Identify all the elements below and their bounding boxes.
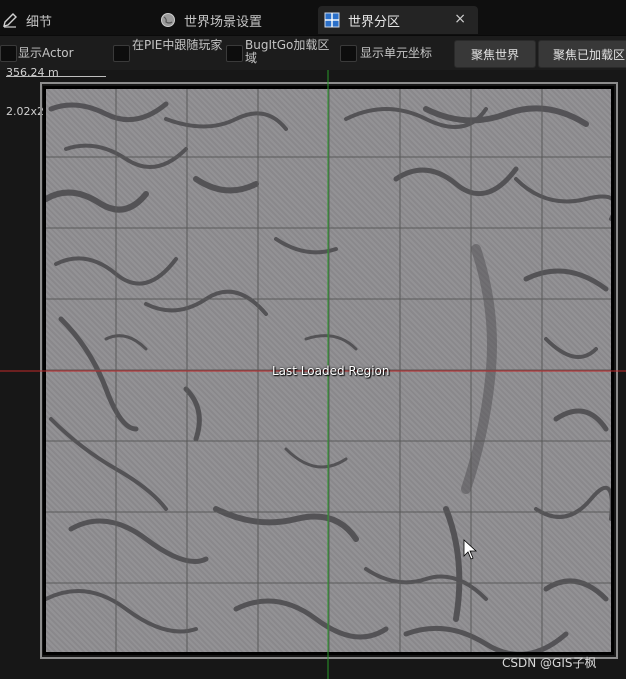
show-actors-checkbox[interactable] (0, 45, 17, 62)
watermark: CSDN @GIS子枫 (502, 656, 597, 670)
follow-pie-checkbox[interactable] (113, 45, 130, 62)
tab-world-partition[interactable]: 世界分区 × (318, 6, 478, 34)
tab-details-label: 细节 (26, 14, 53, 30)
show-cell-coords-label: 显示单元坐标 (360, 46, 433, 60)
focus-world-button[interactable]: 聚焦世界 (454, 40, 536, 68)
tab-world-settings[interactable]: 世界场景设置 (160, 6, 262, 34)
pencil-icon (2, 12, 18, 28)
show-cell-coords-checkbox[interactable] (340, 45, 357, 62)
bugitgo-load-label: BugItGo加载区域 (245, 38, 330, 65)
tab-details[interactable]: 细节 (0, 6, 52, 34)
focus-loaded-region-button[interactable]: 聚焦已加载区 (538, 40, 626, 68)
grid-icon (324, 12, 340, 28)
follow-pie-label: 在PIE中跟随玩家 (132, 38, 223, 52)
last-loaded-region-label: Last Loaded Region (272, 364, 390, 378)
tab-world-partition-label: 世界分区 (348, 14, 401, 30)
tab-world-settings-label: 世界场景设置 (184, 14, 263, 30)
mouse-cursor-icon (463, 539, 478, 560)
globe-icon (160, 12, 176, 28)
toolbar: 显示Actor 在PIE中跟随玩家 BugItGo加载区域 显示单元坐标 聚焦世… (0, 36, 626, 70)
tab-bar: 细节 世界场景设置 世界分区 × (0, 0, 626, 36)
show-actors-label: 显示Actor (18, 46, 74, 60)
close-icon[interactable]: × (454, 11, 466, 27)
bugitgo-load-checkbox[interactable] (226, 45, 243, 62)
